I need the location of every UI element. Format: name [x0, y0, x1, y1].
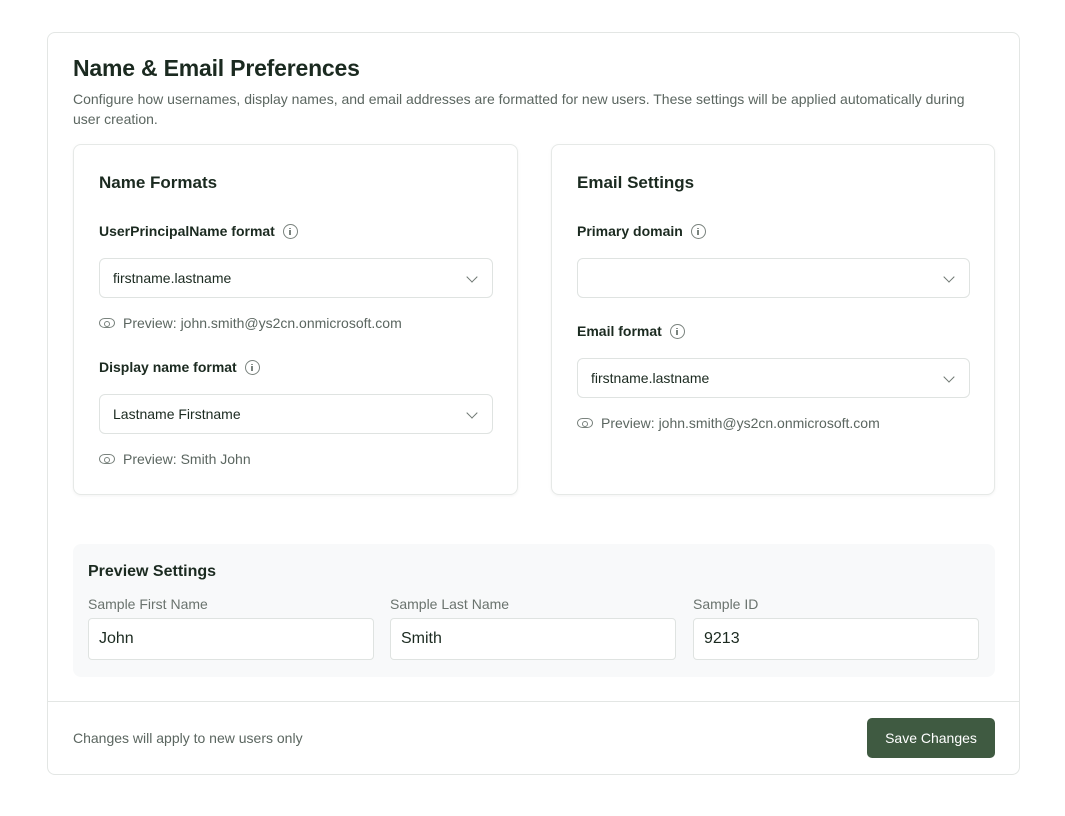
email-settings-panel: Email Settings Primary domain Email form…	[551, 144, 995, 495]
upn-format-value: firstname.lastname	[113, 270, 232, 286]
upn-format-label: UserPrincipalName format	[99, 223, 298, 239]
upn-preview-text: Preview: john.smith@ys2cn.onmicrosoft.co…	[123, 315, 402, 331]
page-title: Name & Email Preferences	[73, 55, 360, 81]
info-icon[interactable]	[669, 323, 685, 339]
display-name-preview: Preview: Smith John	[99, 451, 251, 467]
info-icon[interactable]	[282, 223, 298, 239]
footer-divider	[48, 701, 1019, 702]
chevron-down-icon	[466, 407, 478, 419]
primary-domain-select[interactable]	[577, 258, 970, 298]
save-changes-button[interactable]: Save Changes	[867, 718, 995, 758]
email-format-label-text: Email format	[577, 323, 662, 339]
display-name-format-value: Lastname Firstname	[113, 406, 241, 422]
email-preview-text: Preview: john.smith@ys2cn.onmicrosoft.co…	[601, 415, 880, 431]
sample-id-field: Sample ID	[693, 596, 979, 660]
sample-id-label: Sample ID	[693, 596, 759, 612]
sample-last-name-field: Sample Last Name	[390, 596, 676, 660]
chevron-down-icon	[466, 271, 478, 283]
display-name-format-label: Display name format	[99, 359, 260, 375]
info-icon[interactable]	[690, 223, 706, 239]
email-preview: Preview: john.smith@ys2cn.onmicrosoft.co…	[577, 415, 880, 431]
primary-domain-label-text: Primary domain	[577, 223, 683, 239]
name-formats-title: Name Formats	[99, 173, 218, 192]
footer-note: Changes will apply to new users only	[73, 730, 303, 746]
eye-icon	[99, 454, 115, 464]
sample-last-name-input[interactable]	[390, 618, 676, 660]
preferences-card: Name & Email Preferences Configure how u…	[47, 32, 1020, 775]
upn-format-label-text: UserPrincipalName format	[99, 223, 275, 239]
sample-last-name-label: Sample Last Name	[390, 596, 510, 612]
upn-format-select[interactable]: firstname.lastname	[99, 258, 493, 298]
preview-settings-title: Preview Settings	[88, 563, 217, 580]
name-formats-panel: Name Formats UserPrincipalName format fi…	[73, 144, 518, 495]
sample-id-input[interactable]	[693, 618, 979, 660]
upn-preview: Preview: john.smith@ys2cn.onmicrosoft.co…	[99, 315, 402, 331]
eye-icon	[577, 418, 593, 428]
sample-first-name-field: Sample First Name	[88, 596, 374, 660]
email-settings-title: Email Settings	[577, 173, 695, 192]
display-name-preview-text: Preview: Smith John	[123, 451, 251, 467]
display-name-format-label-text: Display name format	[99, 359, 237, 375]
sample-first-name-input[interactable]	[88, 618, 374, 660]
email-format-select[interactable]: firstname.lastname	[577, 358, 970, 398]
primary-domain-label: Primary domain	[577, 223, 706, 239]
display-name-format-select[interactable]: Lastname Firstname	[99, 394, 493, 434]
sample-first-name-label: Sample First Name	[88, 596, 208, 612]
email-format-value: firstname.lastname	[591, 370, 710, 386]
email-format-label: Email format	[577, 323, 685, 339]
chevron-down-icon	[943, 371, 955, 383]
eye-icon	[99, 318, 115, 328]
chevron-down-icon	[943, 271, 955, 283]
info-icon[interactable]	[244, 359, 260, 375]
page-description: Configure how usernames, display names, …	[73, 91, 965, 127]
preview-settings-section: Preview Settings Sample First Name Sampl…	[73, 544, 995, 677]
